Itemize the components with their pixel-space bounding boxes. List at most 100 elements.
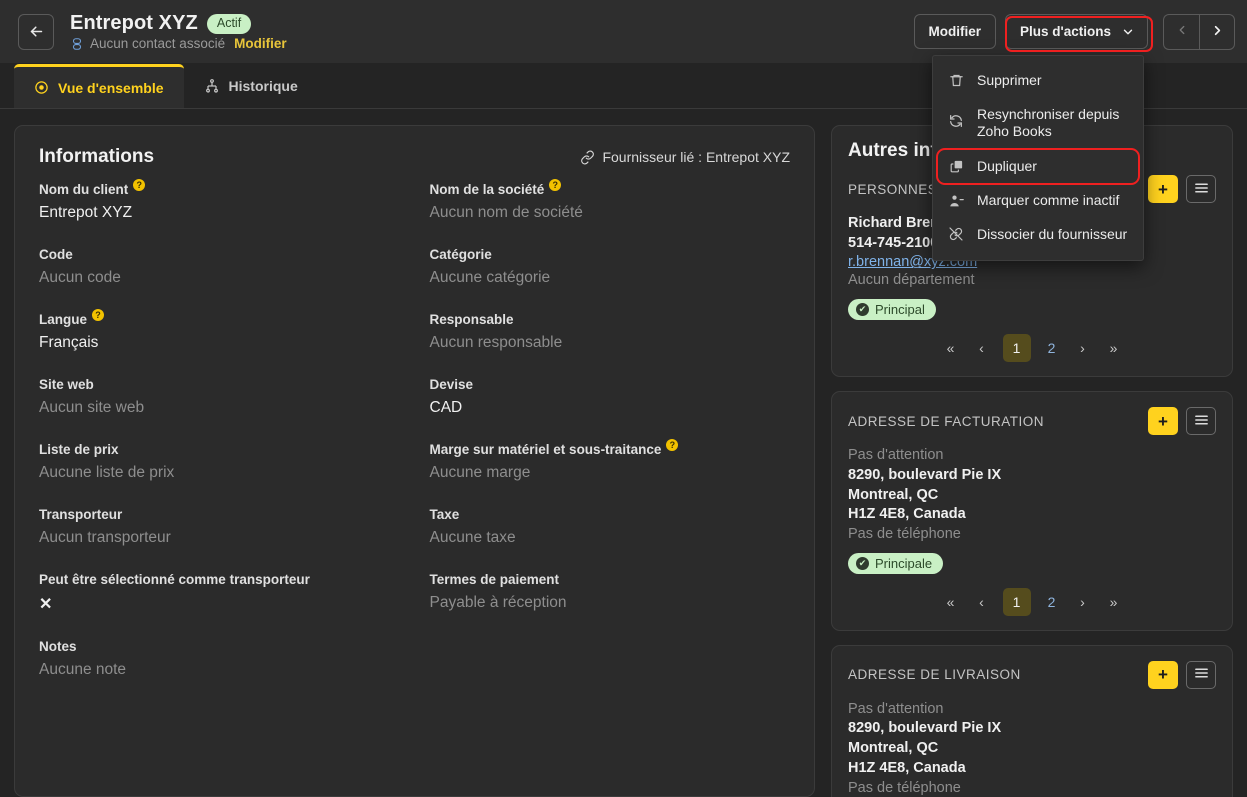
- tab-label: Vue d'ensemble: [58, 80, 164, 96]
- dropdown-item-supprimer[interactable]: Supprimer: [933, 64, 1143, 98]
- tab-vue-densemble[interactable]: Vue d'ensemble: [14, 64, 184, 108]
- pager-prev[interactable]: ‹: [972, 335, 992, 361]
- tab-historique[interactable]: Historique: [184, 64, 318, 108]
- pager-first[interactable]: «: [941, 335, 961, 361]
- info-field-label-text: Transporteur: [39, 507, 122, 522]
- tab-label: Historique: [229, 78, 298, 94]
- billing-line2: Montreal, QC: [848, 486, 1216, 506]
- info-field-value: CAD: [430, 399, 791, 417]
- info-field-label: Devise: [430, 377, 791, 392]
- info-field: Nom du client?Entrepot XYZ: [39, 182, 400, 247]
- info-field-label-text: Nom de la société: [430, 182, 545, 197]
- linked-supplier[interactable]: Fournisseur lié : Entrepot XYZ: [580, 149, 790, 165]
- badge-label: Principale: [875, 556, 932, 571]
- dropdown-item-label: Dissocier du fournisseur: [977, 226, 1127, 244]
- billing-address-header: ADRESSE DE FACTURATION +: [848, 406, 1216, 436]
- info-field: TaxeAucune taxe: [430, 507, 791, 572]
- shipping-line3: H1Z 4E8, Canada: [848, 759, 1216, 779]
- shipping-address-header: ADRESSE DE LIVRAISON +: [848, 660, 1216, 690]
- shipping-menu-button[interactable]: [1186, 661, 1216, 689]
- dropdown-item-label: Dupliquer: [977, 158, 1037, 176]
- more-actions-dropdown: Supprimer Resynchroniser depuis Zoho Book…: [932, 55, 1144, 261]
- info-field-value: Aucun nom de société: [430, 204, 791, 222]
- dropdown-item-marquer-comme-inactif[interactable]: Marquer comme inactif: [933, 184, 1143, 218]
- help-icon[interactable]: ?: [92, 309, 104, 321]
- billing-pager: « ‹ 1 2 › »: [848, 588, 1216, 618]
- help-icon[interactable]: ?: [133, 179, 145, 191]
- add-shipping-address-button[interactable]: +: [1148, 661, 1178, 689]
- info-field: Marge sur matériel et sous-traitance?Auc…: [430, 442, 791, 507]
- dropdown-item-dupliquer[interactable]: Dupliquer: [938, 150, 1138, 184]
- dropdown-item-resynchroniser-depuis-zoho-books[interactable]: Resynchroniser depuis Zoho Books: [933, 98, 1143, 149]
- info-field-value: Français: [39, 334, 400, 352]
- check-icon: ✔: [856, 303, 869, 316]
- status-badge: Actif: [207, 14, 251, 34]
- info-field-value-x-icon: ✕: [39, 594, 400, 614]
- info-field: Termes de paiementPayable à réception: [430, 572, 791, 639]
- next-record-button[interactable]: [1199, 14, 1235, 50]
- pager-page-2[interactable]: 2: [1042, 335, 1062, 361]
- title-row: Entrepot XYZ Actif: [70, 12, 914, 35]
- informations-panel: Informations Fournisseur lié : Entrepot …: [14, 125, 815, 797]
- help-icon[interactable]: ?: [549, 179, 561, 191]
- info-field-value: Aucun transporteur: [39, 529, 400, 547]
- info-field-value: Aucune liste de prix: [39, 464, 400, 482]
- edit-button[interactable]: Modifier: [914, 14, 997, 49]
- info-field-label: Notes: [39, 639, 400, 654]
- info-field-label: Taxe: [430, 507, 791, 522]
- info-field: Site webAucun site web: [39, 377, 400, 442]
- info-field: Liste de prix Aucune liste de prix: [39, 442, 400, 507]
- info-field: [430, 639, 791, 704]
- contacts-menu-button[interactable]: [1186, 175, 1216, 203]
- more-actions-button[interactable]: Plus d'actions: [1005, 14, 1148, 49]
- billing-address-subtitle: ADRESSE DE FACTURATION: [848, 414, 1044, 429]
- edit-contact-link[interactable]: Modifier: [234, 36, 287, 51]
- back-button[interactable]: [18, 14, 54, 50]
- header-actions: Modifier Plus d'actions: [914, 14, 1235, 50]
- dropdown-item-label: Resynchroniser depuis Zoho Books: [977, 106, 1129, 141]
- billing-line1: 8290, boulevard Pie IX: [848, 466, 1216, 486]
- refresh-icon: [947, 113, 965, 129]
- pager-next[interactable]: ›: [1073, 335, 1093, 361]
- info-field: ResponsableAucun responsable: [430, 312, 791, 377]
- duplicate-icon: [947, 159, 965, 174]
- billing-attention: Pas d'attention: [848, 446, 1216, 466]
- help-icon[interactable]: ?: [666, 439, 678, 451]
- info-field-label-text: Liste de prix: [39, 442, 119, 457]
- subtitle-row: Aucun contact associé Modifier: [70, 36, 914, 51]
- contacts-header-buttons: +: [1148, 175, 1216, 203]
- info-field-value: Aucune marge: [430, 464, 791, 482]
- dropdown-item-dissocier-du-fournisseur[interactable]: Dissocier du fournisseur: [933, 218, 1143, 252]
- info-field-value: Entrepot XYZ: [39, 204, 400, 222]
- info-field: CatégorieAucune catégorie: [430, 247, 791, 312]
- pager-page-1[interactable]: 1: [1003, 588, 1031, 616]
- billing-principal-badge: ✔ Principale: [848, 553, 943, 574]
- subtitle-text: Aucun contact associé: [90, 36, 225, 51]
- shipping-phone: Pas de téléphone: [848, 779, 1216, 797]
- contact-icon: [70, 37, 84, 51]
- pager-last[interactable]: »: [1104, 589, 1124, 615]
- add-contact-button[interactable]: +: [1148, 175, 1178, 203]
- pager-last[interactable]: »: [1104, 335, 1124, 361]
- info-field-label-text: Notes: [39, 639, 77, 654]
- info-field-label-text: Peut être sélectionné comme transporteur: [39, 572, 310, 587]
- contact-principal-badge: ✔ Principal: [848, 299, 936, 320]
- info-field: Transporteur Aucun transporteur: [39, 507, 400, 572]
- info-field-label: Responsable: [430, 312, 791, 327]
- info-field-label-text: Taxe: [430, 507, 460, 522]
- dropdown-item-label: Marquer comme inactif: [977, 192, 1119, 210]
- previous-record-button[interactable]: [1163, 14, 1199, 50]
- billing-header-buttons: +: [1148, 407, 1216, 435]
- billing-menu-button[interactable]: [1186, 407, 1216, 435]
- contact-department: Aucun département: [848, 271, 1216, 291]
- pager-prev[interactable]: ‹: [972, 589, 992, 615]
- pager-page-1[interactable]: 1: [1003, 334, 1031, 362]
- page-title: Entrepot XYZ: [70, 12, 198, 35]
- unlink-icon: [947, 226, 965, 242]
- informations-title: Informations: [39, 146, 154, 168]
- pager-page-2[interactable]: 2: [1042, 589, 1062, 615]
- pager-first[interactable]: «: [941, 589, 961, 615]
- pager-next[interactable]: ›: [1073, 589, 1093, 615]
- billing-phone: Pas de téléphone: [848, 525, 1216, 545]
- add-billing-address-button[interactable]: +: [1148, 407, 1178, 435]
